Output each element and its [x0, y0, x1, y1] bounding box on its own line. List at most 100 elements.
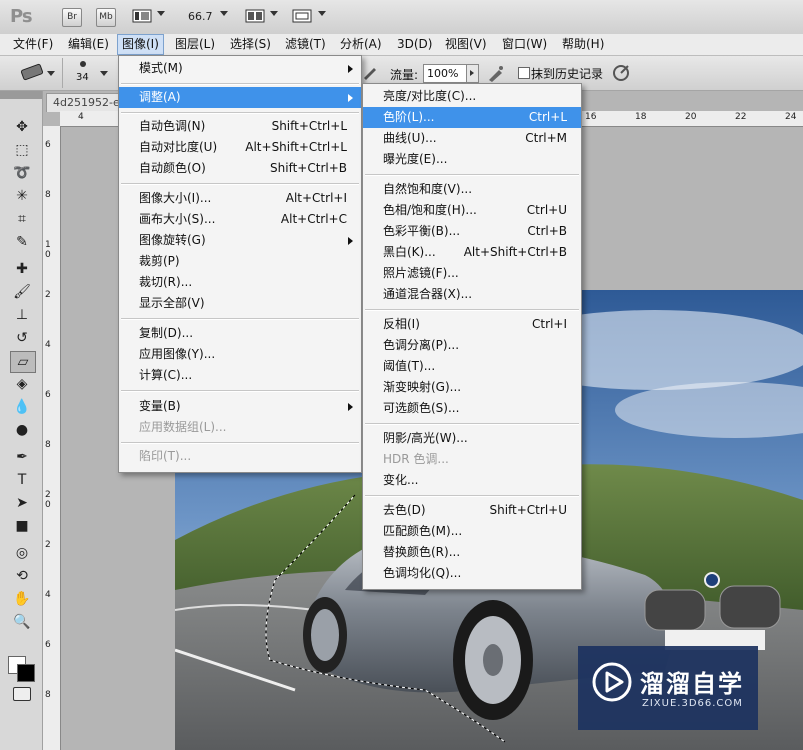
menu-item-image-rotation[interactable]: 图像旋转(G)	[119, 230, 361, 251]
menu-help[interactable]: 帮助(H)	[558, 34, 608, 55]
path-selection-tool-icon[interactable]: ➤	[10, 493, 34, 513]
menu-item-selective-color[interactable]: 可选颜色(S)...	[363, 398, 581, 419]
foreground-color-swatch[interactable]	[17, 664, 35, 682]
blur-tool-icon[interactable]: 💧	[10, 397, 34, 417]
airbrush-icon[interactable]	[362, 64, 378, 80]
arrange-documents-icon[interactable]	[245, 9, 265, 23]
menu-item-auto-contrast[interactable]: 自动对比度(U) Alt+Shift+Ctrl+L	[119, 137, 361, 158]
eraser-tool-icon[interactable]: ▱	[10, 351, 36, 373]
menu-item-duplicate[interactable]: 复制(D)...	[119, 323, 361, 344]
marquee-tool-icon[interactable]: ⬚	[10, 140, 34, 160]
menu-item-gradient-map[interactable]: 渐变映射(G)...	[363, 377, 581, 398]
menu-item-trim[interactable]: 裁切(R)...	[119, 272, 361, 293]
menu-item-color-balance[interactable]: 色彩平衡(B)... Ctrl+B	[363, 221, 581, 242]
menu-item-photo-filter[interactable]: 照片滤镜(F)...	[363, 263, 581, 284]
menu-item-canvas-size[interactable]: 画布大小(S)... Alt+Ctrl+C	[119, 209, 361, 230]
ruler-number: 6	[45, 640, 51, 650]
brush-tool-icon[interactable]: 🖌	[10, 282, 34, 302]
menu-item-reveal-all[interactable]: 显示全部(V)	[119, 293, 361, 314]
menu-item-adjustments[interactable]: 调整(A)	[119, 87, 361, 108]
menu-item-threshold[interactable]: 阈值(T)...	[363, 356, 581, 377]
eyedropper-tool-icon[interactable]: ✎	[10, 232, 34, 252]
view-extras-icon[interactable]	[132, 9, 152, 23]
menu-item-invert[interactable]: 反相(I) Ctrl+I	[363, 314, 581, 335]
chevron-down-icon[interactable]	[220, 11, 228, 16]
healing-brush-tool-icon[interactable]: ✚	[10, 259, 34, 279]
pen-tool-icon[interactable]: ✒	[10, 447, 34, 467]
rectangle-tool-icon[interactable]: ■	[10, 516, 34, 536]
menu-item-shadows-highlights[interactable]: 阴影/高光(W)...	[363, 428, 581, 449]
menu-separator	[121, 112, 359, 114]
menu-item-channel-mixer[interactable]: 通道混合器(X)...	[363, 284, 581, 305]
menu-item-match-color[interactable]: 匹配颜色(M)...	[363, 521, 581, 542]
menu-filter[interactable]: 滤镜(T)	[281, 34, 330, 55]
chevron-down-icon[interactable]	[270, 11, 278, 16]
menu-3d[interactable]: 3D(D)	[393, 34, 436, 55]
menu-item-equalize[interactable]: 色调均化(Q)...	[363, 563, 581, 584]
history-brush-tool-icon[interactable]: ↺	[10, 328, 34, 348]
flow-input[interactable]: 100%	[423, 64, 468, 83]
move-tool-icon[interactable]: ✥	[10, 117, 34, 137]
mini-bridge-button[interactable]: Mb	[96, 8, 116, 27]
menu-item-crop[interactable]: 裁剪(P)	[119, 251, 361, 272]
menu-item-curves[interactable]: 曲线(U)... Ctrl+M	[363, 128, 581, 149]
chevron-down-icon[interactable]	[47, 71, 55, 76]
menu-separator	[121, 183, 359, 185]
menu-item-apply-image[interactable]: 应用图像(Y)...	[119, 344, 361, 365]
lasso-tool-icon[interactable]: ➰	[10, 163, 34, 183]
tablet-pressure-icon[interactable]	[612, 64, 630, 82]
menu-layer[interactable]: 图层(L)	[171, 34, 219, 55]
menu-select[interactable]: 选择(S)	[226, 34, 275, 55]
clone-stamp-tool-icon[interactable]: ⊥	[10, 305, 34, 325]
history-checkbox[interactable]	[518, 67, 530, 79]
menu-item-calculations[interactable]: 计算(C)...	[119, 365, 361, 386]
menu-item-hue-saturation[interactable]: 色相/饱和度(H)... Ctrl+U	[363, 200, 581, 221]
adjustments-submenu: 亮度/对比度(C)... 色阶(L)... Ctrl+L 曲线(U)... Ctrl…	[362, 83, 582, 590]
dodge-tool-icon[interactable]: ●	[10, 420, 34, 440]
crop-tool-icon[interactable]: ⌗	[10, 209, 34, 229]
chevron-down-icon[interactable]	[157, 11, 165, 16]
zoom-level[interactable]: 66.7	[188, 10, 213, 23]
panel-header[interactable]	[0, 91, 42, 99]
quick-mask-icon[interactable]	[13, 687, 31, 701]
eraser-tool-icon[interactable]	[16, 62, 50, 84]
hand-tool-icon[interactable]: ✋	[10, 589, 34, 609]
menu-item-variables[interactable]: 变量(B)	[119, 396, 361, 417]
brush-preview-icon[interactable]	[80, 61, 86, 67]
type-tool-icon[interactable]: T	[10, 470, 34, 490]
menu-image[interactable]: 图像(I)	[117, 34, 164, 55]
menu-item-brightness-contrast[interactable]: 亮度/对比度(C)...	[363, 86, 581, 107]
chevron-right-icon	[348, 94, 353, 102]
flow-dropdown-icon[interactable]	[466, 64, 479, 83]
ruler-number: 4	[45, 340, 51, 350]
paint-bucket-tool-icon[interactable]: ◈	[10, 374, 34, 394]
menu-item-image-size[interactable]: 图像大小(I)... Alt+Ctrl+I	[119, 188, 361, 209]
screen-mode-icon[interactable]	[292, 9, 312, 23]
menu-item-auto-color[interactable]: 自动颜色(O) Shift+Ctrl+B	[119, 158, 361, 179]
bridge-button[interactable]: Br	[62, 8, 82, 27]
menu-item-exposure[interactable]: 曝光度(E)...	[363, 149, 581, 170]
menu-item-desaturate[interactable]: 去色(D) Shift+Ctrl+U	[363, 500, 581, 521]
chevron-down-icon[interactable]	[100, 71, 108, 76]
zoom-tool-icon[interactable]: 🔍	[10, 612, 34, 632]
menu-edit[interactable]: 编辑(E)	[64, 34, 113, 55]
3d-orbit-tool-icon[interactable]: ⟲	[10, 566, 34, 586]
menu-item-black-white[interactable]: 黑白(K)... Alt+Shift+Ctrl+B	[363, 242, 581, 263]
menu-view[interactable]: 视图(V)	[441, 34, 491, 55]
menu-item-auto-tone[interactable]: 自动色调(N) Shift+Ctrl+L	[119, 116, 361, 137]
menu-analysis[interactable]: 分析(A)	[336, 34, 386, 55]
menu-item-levels[interactable]: 色阶(L)... Ctrl+L	[363, 107, 581, 128]
menu-item-replace-color[interactable]: 替换颜色(R)...	[363, 542, 581, 563]
3d-rotate-tool-icon[interactable]: ◎	[10, 543, 34, 563]
chevron-down-icon[interactable]	[318, 11, 326, 16]
menu-item-mode[interactable]: 模式(M)	[119, 58, 361, 79]
menu-file[interactable]: 文件(F)	[9, 34, 57, 55]
magic-wand-tool-icon[interactable]: ✳	[10, 186, 34, 206]
menu-item-vibrance[interactable]: 自然饱和度(V)...	[363, 179, 581, 200]
menu-item-posterize[interactable]: 色调分离(P)...	[363, 335, 581, 356]
menu-window[interactable]: 窗口(W)	[498, 34, 551, 55]
menu-item-variations[interactable]: 变化...	[363, 470, 581, 491]
flow-label: 流量:	[390, 68, 419, 82]
airbrush-mode-icon[interactable]	[487, 64, 505, 82]
menu-item-hdr-toning: HDR 色调...	[383, 452, 449, 466]
